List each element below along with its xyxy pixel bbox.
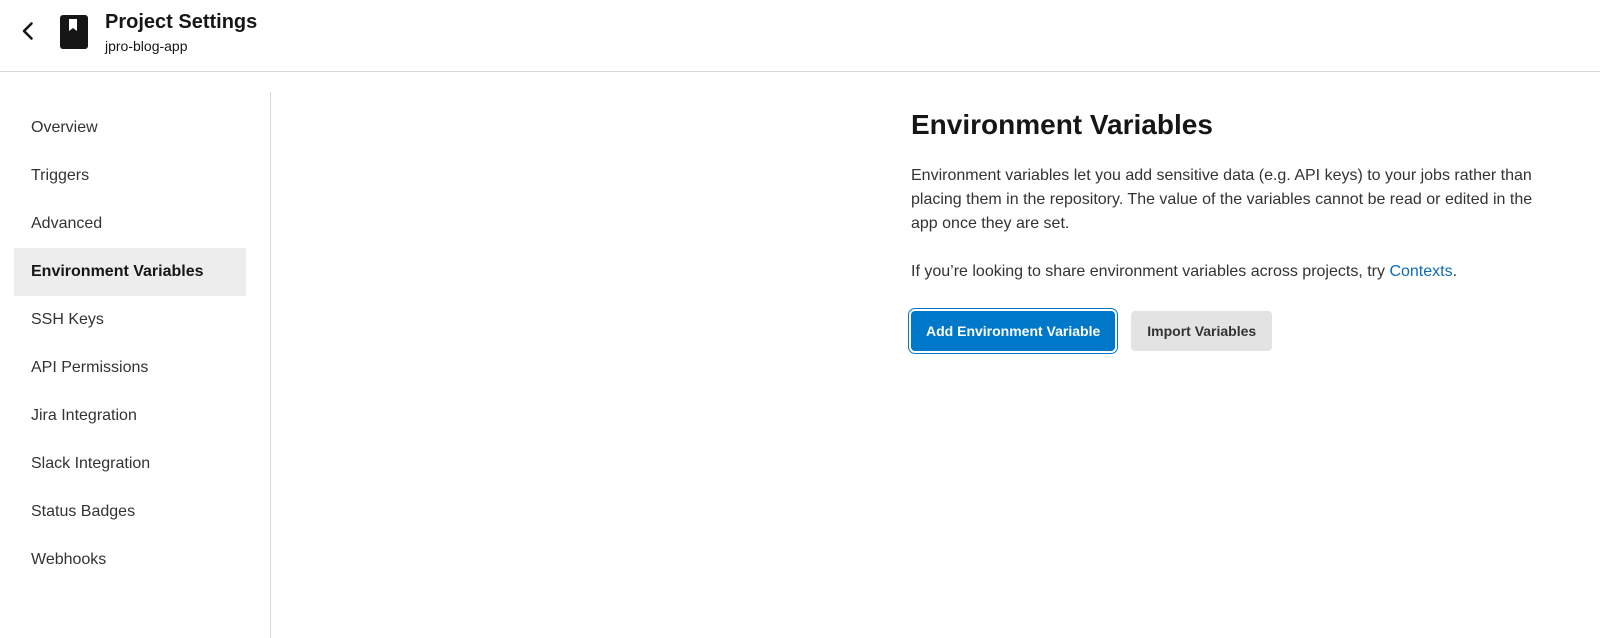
project-icon [60, 15, 88, 49]
page-title: Project Settings [105, 11, 258, 33]
sidebar-item-status-badges[interactable]: Status Badges [14, 488, 246, 536]
contexts-hint-text: If you’re looking to share environment v… [911, 263, 1390, 280]
chevron-left-icon [22, 22, 33, 40]
sidebar-divider [270, 92, 271, 638]
sidebar-item-jira-integration[interactable]: Jira Integration [14, 392, 246, 440]
sidebar-item-overview[interactable]: Overview [14, 104, 246, 152]
contexts-hint: If you’re looking to share environment v… [911, 260, 1541, 284]
project-name: jpro-blog-app [105, 38, 188, 54]
import-variables-button[interactable]: Import Variables [1131, 311, 1273, 351]
settings-sidebar: Overview Triggers Advanced Environment V… [14, 104, 246, 584]
page-header: Project Settings jpro-blog-app [0, 0, 1600, 72]
bookmark-book-icon [60, 15, 88, 49]
section-title: Environment Variables [911, 109, 1213, 140]
sidebar-item-slack-integration[interactable]: Slack Integration [14, 440, 246, 488]
sidebar-item-triggers[interactable]: Triggers [14, 152, 246, 200]
sidebar-item-webhooks[interactable]: Webhooks [14, 536, 246, 584]
action-buttons: Add Environment Variable Import Variable… [911, 311, 1273, 351]
sidebar-item-advanced[interactable]: Advanced [14, 200, 246, 248]
contexts-hint-suffix: . [1452, 263, 1458, 280]
back-button[interactable] [16, 19, 40, 43]
section-description: Environment variables let you add sensit… [911, 167, 1533, 232]
contexts-link[interactable]: Contexts [1389, 263, 1452, 280]
sidebar-item-api-permissions[interactable]: API Permissions [14, 344, 246, 392]
add-environment-variable-button[interactable]: Add Environment Variable [911, 311, 1116, 351]
environment-variables-panel: Environment Variables Environment variab… [911, 106, 1541, 284]
sidebar-item-environment-variables[interactable]: Environment Variables [14, 248, 246, 296]
sidebar-item-ssh-keys[interactable]: SSH Keys [14, 296, 246, 344]
